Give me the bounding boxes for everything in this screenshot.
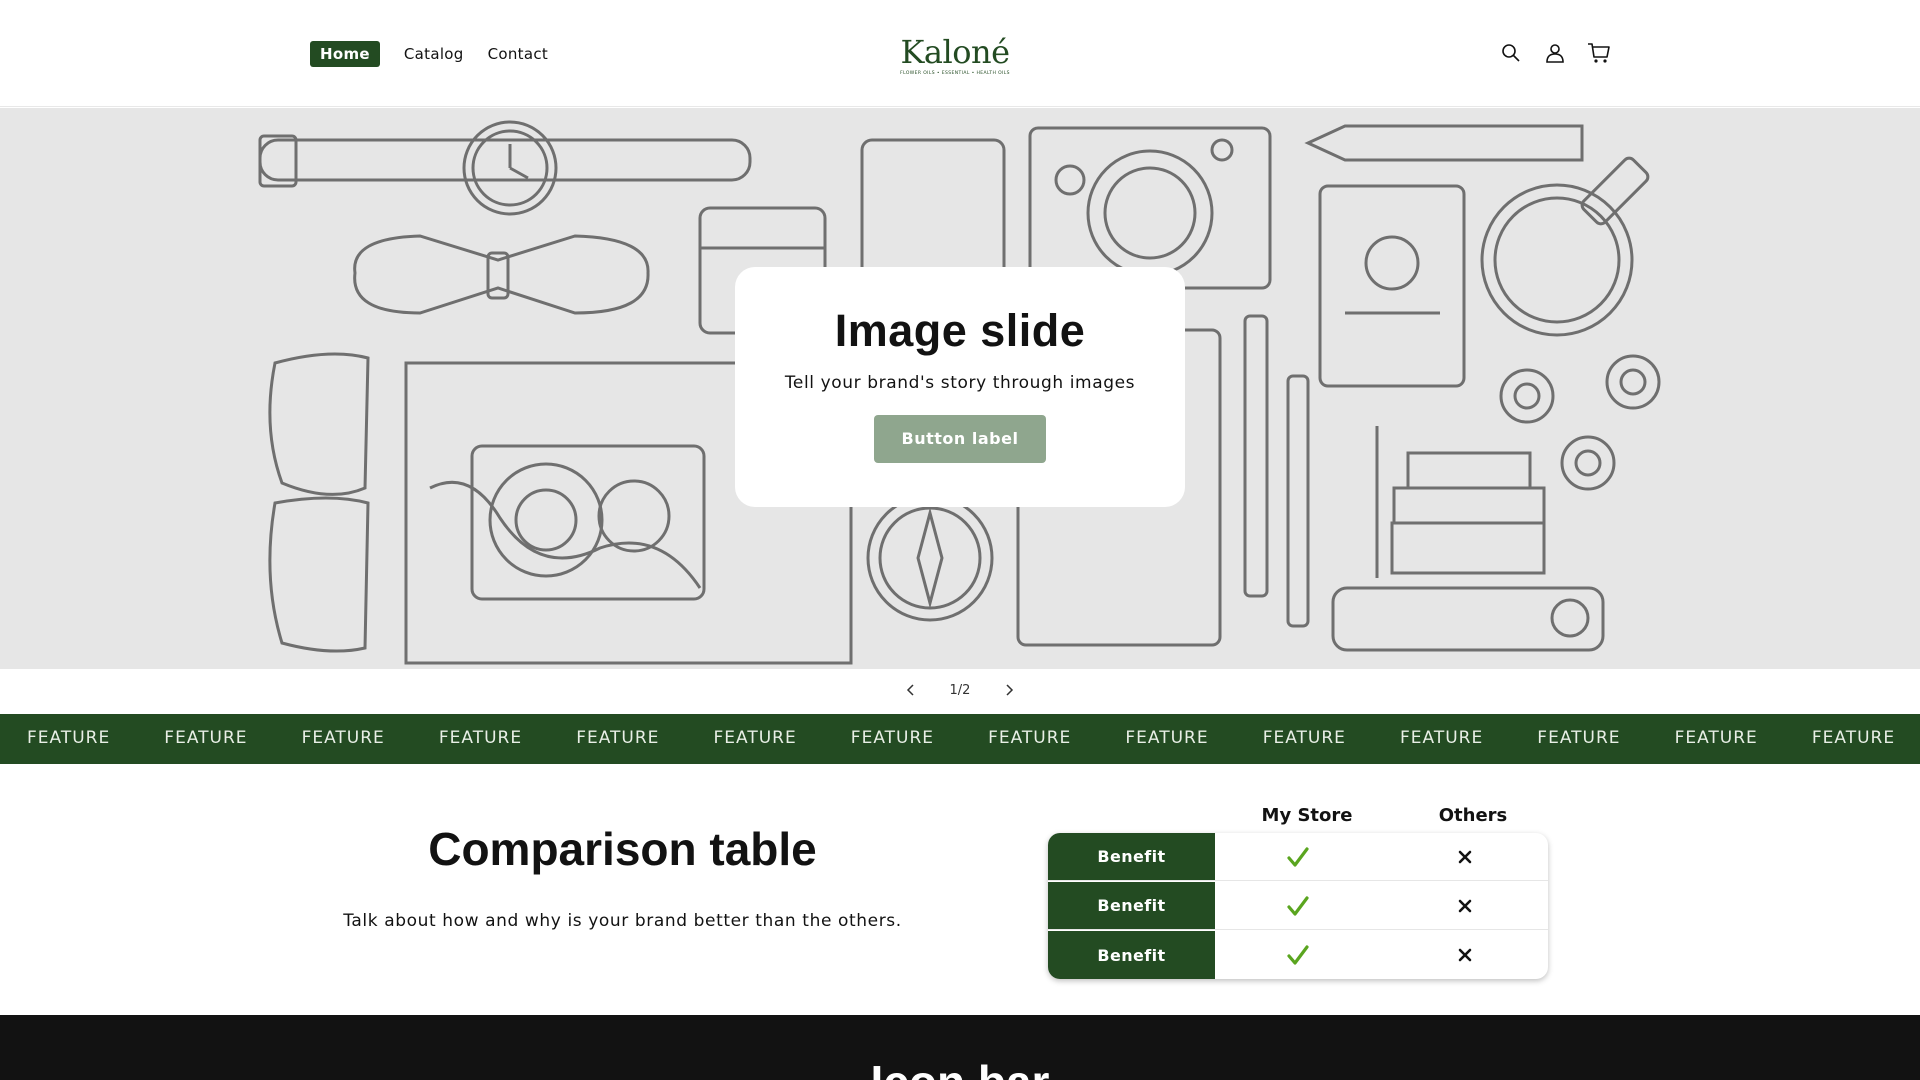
icon-bar-section: Icon bar: [0, 1015, 1920, 1080]
column-header-my-store: My Store: [1261, 805, 1353, 826]
marquee-item: FEATURE: [850, 728, 935, 748]
check-icon: [1215, 833, 1381, 880]
cross-icon: [1381, 833, 1548, 880]
next-slide-button[interactable]: [998, 679, 1020, 701]
hero-subtitle: Tell your brand's story through images: [784, 373, 1136, 393]
row-label: Benefit: [1048, 882, 1215, 929]
marquee-item: FEATURE: [164, 728, 248, 748]
check-icon: [1215, 931, 1381, 979]
account-icon[interactable]: [1542, 40, 1568, 66]
site-logo[interactable]: Kaloné FLOWER OILS • ESSENTIAL • HEALTH …: [880, 34, 1030, 76]
hero-slideshow: Image slide Tell your brand's story thro…: [0, 108, 1920, 669]
site-header: Home Catalog Contact Kaloné FLOWER OILS …: [0, 0, 1920, 107]
logo-wordmark: Kaloné: [900, 33, 1010, 71]
marquee-item: FEATURE: [1125, 728, 1209, 748]
main-nav: Home Catalog Contact: [310, 41, 548, 67]
marquee-item: FEATURE: [27, 728, 111, 748]
column-header-others: Others: [1438, 805, 1508, 826]
hero-title: Image slide: [834, 305, 1086, 356]
marquee-item: FEATURE: [576, 728, 660, 748]
marquee-item: FEATURE: [1537, 728, 1621, 748]
icon-bar-title: Icon bar: [0, 1055, 1920, 1080]
logo-tagline: FLOWER OILS • ESSENTIAL • HEALTH OILS: [900, 71, 1010, 76]
slider-controls: 1/2: [900, 678, 1020, 702]
cross-icon: [1381, 882, 1548, 929]
marquee-item: FEATURE: [1400, 728, 1484, 748]
table-row: Benefit: [1048, 833, 1548, 881]
marquee-item: FEATURE: [1674, 728, 1758, 748]
search-icon[interactable]: [1498, 40, 1524, 66]
comparison-text: Talk about how and why is your brand bet…: [343, 911, 902, 931]
nav-home-link[interactable]: Home: [310, 41, 380, 67]
table-row: Benefit: [1048, 931, 1548, 979]
marquee-item: FEATURE: [301, 728, 385, 748]
cross-icon: [1381, 931, 1548, 979]
hero-content-card: Image slide Tell your brand's story thro…: [735, 267, 1185, 507]
header-icons: [1498, 40, 1612, 66]
slide-counter: 1/2: [949, 682, 971, 698]
marquee-item: FEATURE: [1262, 728, 1346, 748]
marquee-item: FEATURE: [1811, 728, 1896, 748]
prev-slide-button[interactable]: [900, 679, 922, 701]
cart-icon[interactable]: [1586, 40, 1612, 66]
hero-cta-button[interactable]: Button label: [874, 415, 1046, 463]
chevron-right-icon: [1006, 684, 1014, 696]
nav-contact-link[interactable]: Contact: [488, 45, 548, 63]
row-label: Benefit: [1048, 931, 1215, 979]
row-label: Benefit: [1048, 833, 1215, 880]
feature-marquee: FEATURE FEATURE FEATURE FEATURE FEATURE FEATU…: [0, 714, 1920, 764]
marquee-item: FEATURE: [438, 728, 523, 748]
comparison-title: Comparison table: [428, 823, 817, 875]
marquee-item: FEATURE: [988, 728, 1072, 748]
marquee-item: FEATURE: [713, 728, 797, 748]
table-row: Benefit: [1048, 882, 1548, 930]
comparison-table: Benefit Benefit Benefit: [1048, 833, 1548, 979]
check-icon: [1215, 882, 1381, 929]
chevron-left-icon: [906, 684, 914, 696]
nav-catalog-link[interactable]: Catalog: [404, 45, 464, 63]
